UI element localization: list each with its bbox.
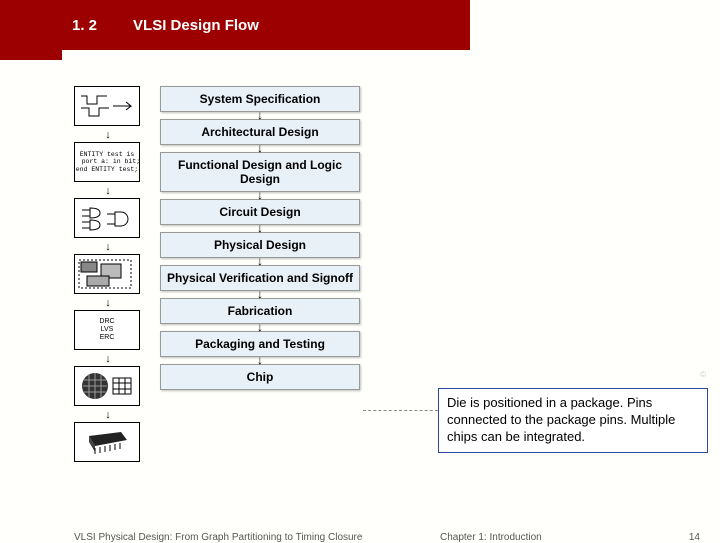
verification-checks-icon: DRC LVS ERC [74,310,140,350]
system-spec-icon [74,86,140,126]
copyright-mark: © [700,370,706,379]
down-arrow-icon: ↓ [74,130,142,140]
callout-text: Die is positioned in a package. Pins con… [447,395,675,444]
callout-connector-line [363,410,438,411]
slide-title: VLSI Design Flow [133,17,259,34]
gate-schematic-icon [74,198,140,238]
lvs-label: LVS [101,326,114,334]
drc-label: DRC [99,318,114,326]
entity-code-text: ENTITY test is port a: in bit; end ENTIT… [74,151,140,172]
flow-column: System Specification ↓ Architectural Des… [160,86,360,390]
chip-package-icon [74,422,140,462]
down-arrow-icon: ↓ [74,298,142,308]
footer-left: VLSI Physical Design: From Graph Partiti… [74,532,362,543]
footer-page-number: 14 [689,532,700,543]
section-number: 1. 2 [72,17,97,34]
callout-box: Die is positioned in a package. Pins con… [438,388,708,453]
erc-label: ERC [100,334,115,342]
footer-center: Chapter 1: Introduction [440,532,542,543]
down-arrow-icon: ↓ [74,242,142,252]
down-arrow-icon: ↓ [74,354,142,364]
layout-blocks-icon [74,254,140,294]
hdl-code-icon: ENTITY test is port a: in bit; end ENTIT… [74,142,140,182]
wafer-icon [74,366,140,406]
flow-step-functional-logic: Functional Design and Logic Design [160,152,360,192]
down-arrow-icon: ↓ [74,186,142,196]
icon-column: ↓ ENTITY test is port a: in bit; end ENT… [74,86,142,472]
slide-header: 1. 2 VLSI Design Flow [0,0,470,50]
flow-step-chip: Chip [160,364,360,390]
down-arrow-icon: ↓ [74,410,142,420]
